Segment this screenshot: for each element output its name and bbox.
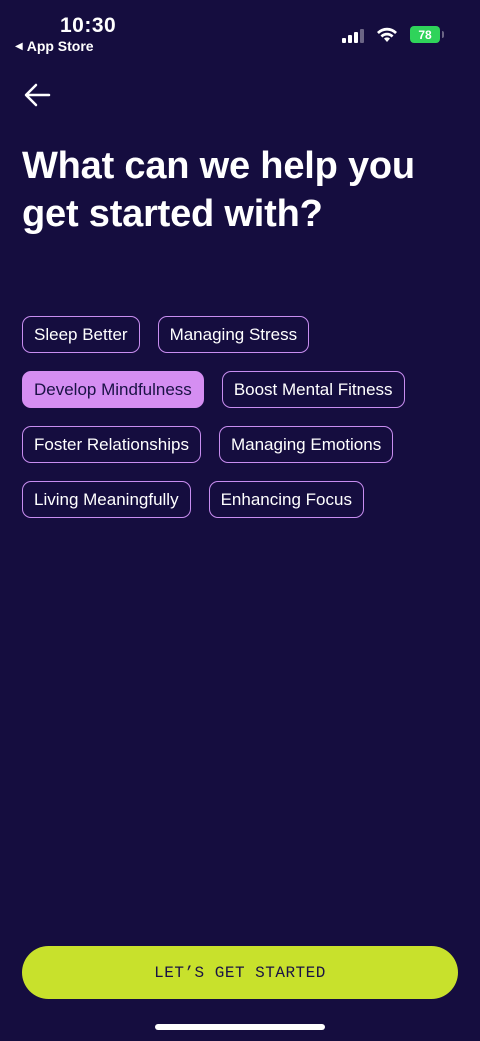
chip-enhancing-focus[interactable]: Enhancing Focus: [208, 481, 364, 518]
status-icons: 78: [342, 26, 444, 43]
chip-row: Living Meaningfully Enhancing Focus: [22, 481, 462, 518]
chip-boost-mental-fitness[interactable]: Boost Mental Fitness: [221, 371, 405, 408]
chip-develop-mindfulness[interactable]: Develop Mindfulness: [22, 371, 204, 408]
home-indicator[interactable]: [155, 1024, 325, 1030]
chip-foster-relationships[interactable]: Foster Relationships: [22, 426, 201, 463]
wifi-icon: [377, 27, 397, 42]
cellular-signal-icon: [342, 27, 364, 43]
chip-row: Sleep Better Managing Stress: [22, 316, 462, 353]
chip-living-meaningfully[interactable]: Living Meaningfully: [22, 481, 191, 518]
chip-managing-stress[interactable]: Managing Stress: [157, 316, 310, 353]
page-title: What can we help you get started with?: [22, 145, 415, 235]
battery-icon: 78: [410, 26, 444, 43]
arrow-left-icon: [24, 83, 51, 107]
back-arrow-button[interactable]: [22, 80, 52, 110]
status-bar: 10:30 ◀ App Store 78: [0, 0, 480, 60]
back-to-app-label: App Store: [26, 38, 94, 54]
chip-managing-emotions[interactable]: Managing Emotions: [218, 426, 394, 463]
get-started-button[interactable]: LET’S GET STARTED: [22, 946, 458, 999]
back-triangle-icon: ◀: [15, 40, 23, 52]
back-to-app-store[interactable]: ◀ App Store: [15, 38, 94, 54]
chip-row: Foster Relationships Managing Emotions: [22, 426, 462, 463]
battery-level: 78: [418, 27, 432, 42]
goal-options: Sleep Better Managing Stress Develop Min…: [22, 316, 462, 536]
chip-sleep-better[interactable]: Sleep Better: [22, 316, 140, 353]
chip-row: Develop Mindfulness Boost Mental Fitness: [22, 371, 462, 408]
status-time: 10:30: [60, 14, 117, 37]
